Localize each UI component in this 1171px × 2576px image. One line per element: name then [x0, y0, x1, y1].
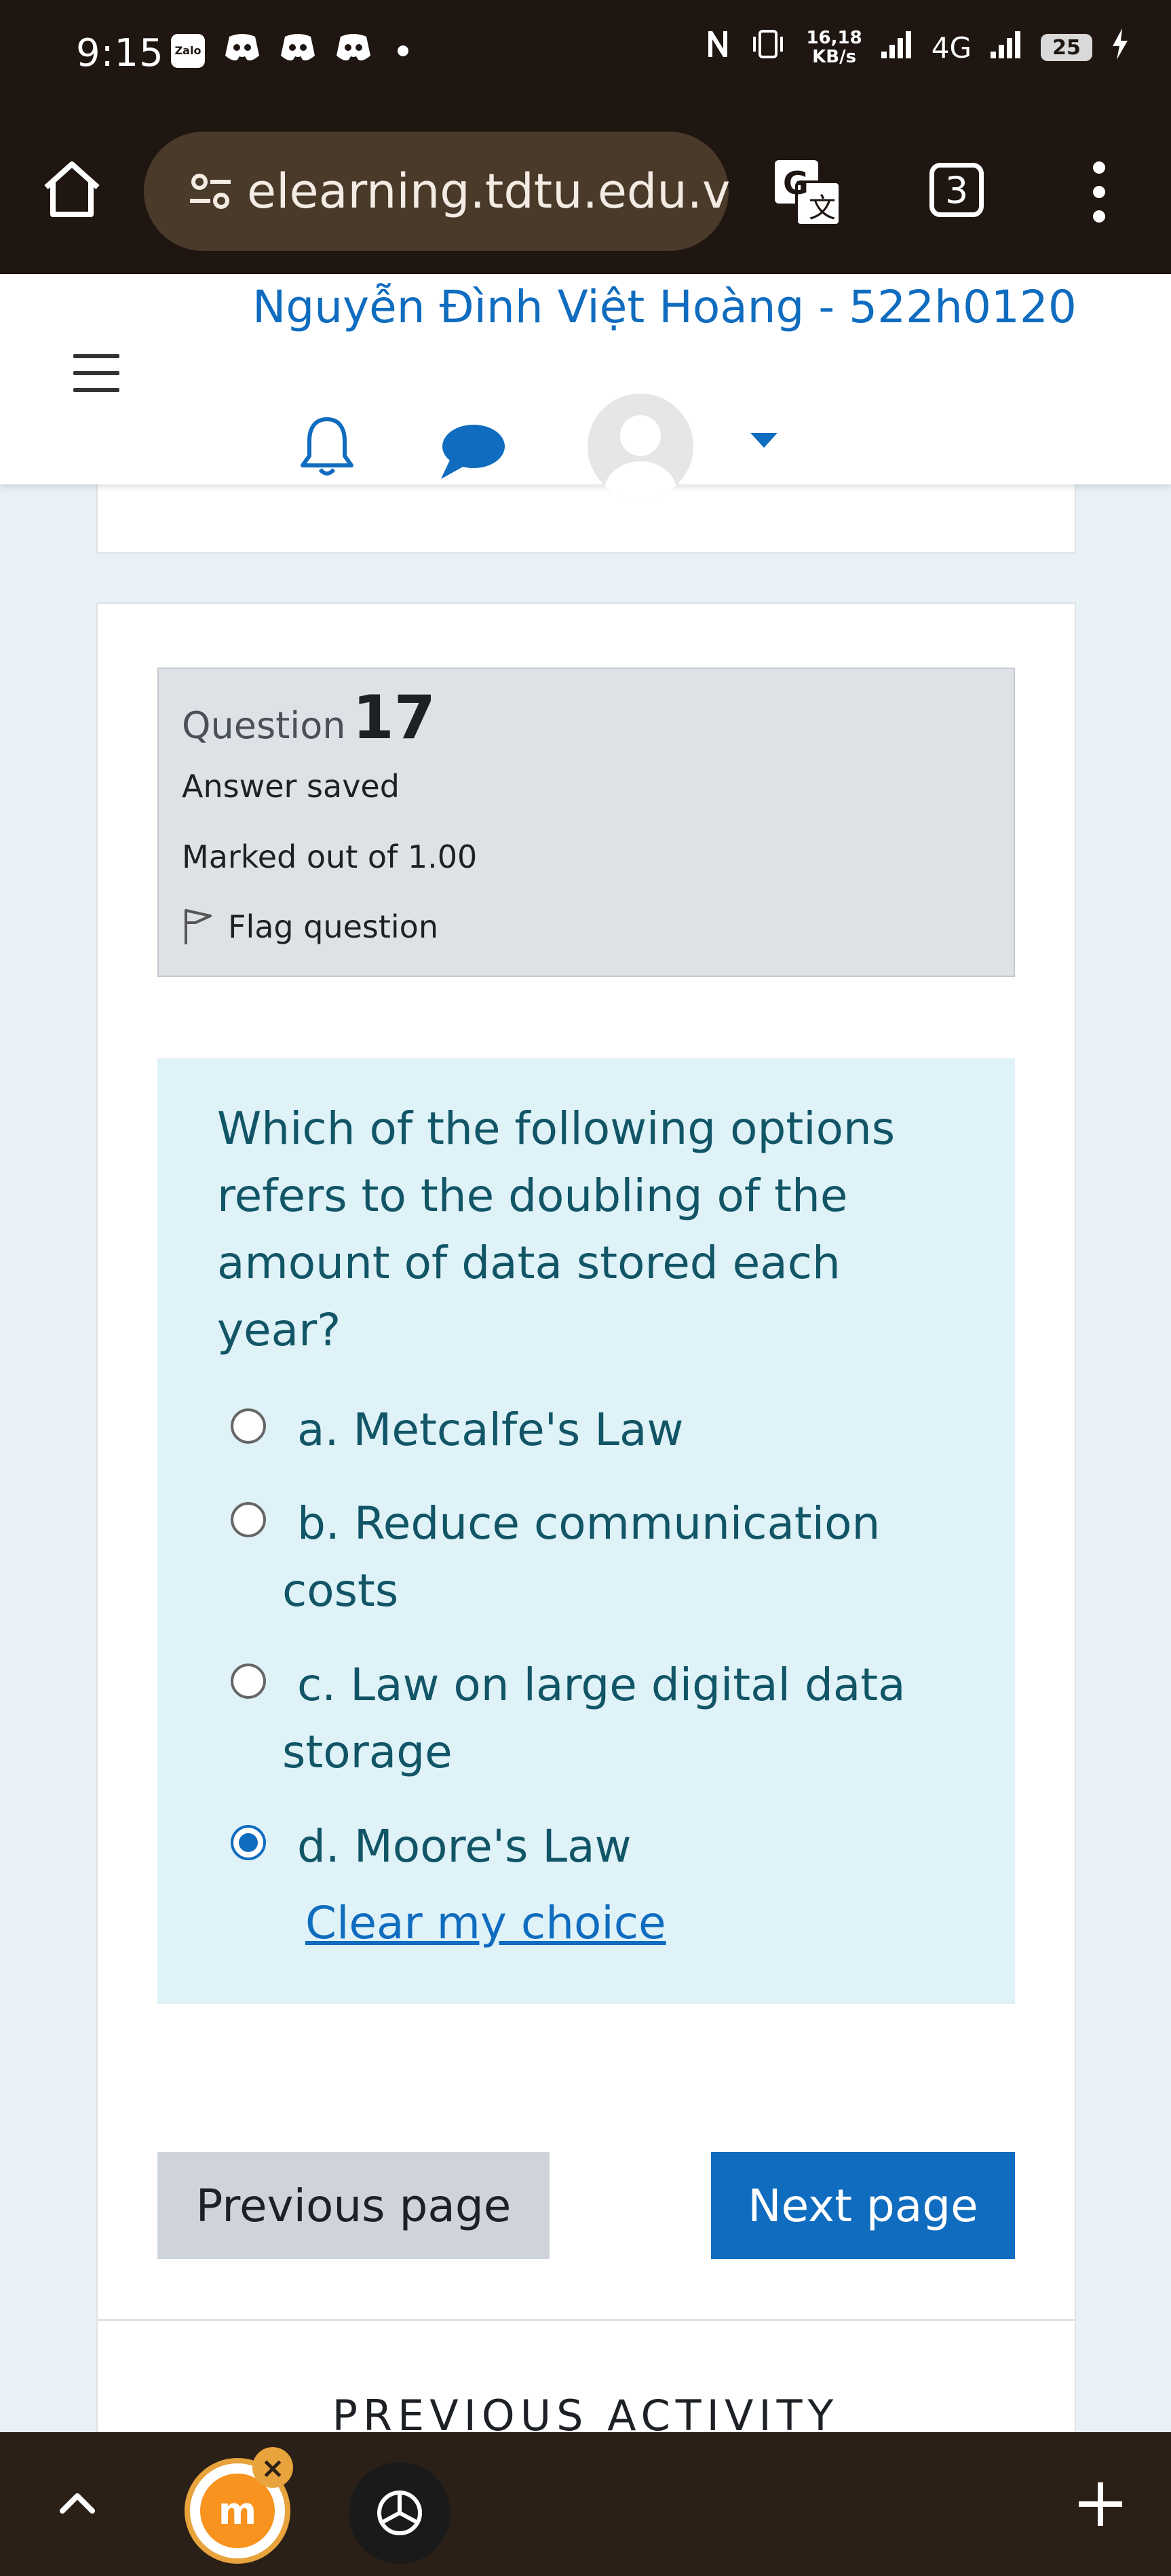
- close-icon[interactable]: ×: [252, 2447, 293, 2488]
- user-name[interactable]: Nguyễn Đình Việt Hoàng - 522h0120: [252, 281, 1077, 333]
- home-icon[interactable]: [38, 156, 106, 224]
- answer-label[interactable]: d. Moore's Law: [282, 1813, 961, 1880]
- site-settings-icon[interactable]: [186, 167, 235, 216]
- divider: [96, 2319, 1076, 2321]
- radio-button[interactable]: [231, 1664, 266, 1699]
- vibrate-icon: [748, 28, 788, 66]
- svg-text:文: 文: [809, 193, 836, 224]
- tab-switcher-button[interactable]: 3: [929, 163, 984, 217]
- chat-icon[interactable]: [438, 421, 506, 482]
- next-page-button[interactable]: Next page: [711, 2152, 1015, 2259]
- browser-toolbar: elearning.tdtu.edu.vn/ G文 3: [0, 109, 1171, 274]
- discord-icon: [280, 33, 316, 69]
- battery-icon: 25: [1041, 34, 1092, 61]
- url-text[interactable]: elearning.tdtu.edu.vn/: [247, 164, 729, 219]
- chatgpt-tab-icon[interactable]: [349, 2462, 450, 2564]
- clock: 9:15: [76, 31, 164, 75]
- radio-button-selected[interactable]: [231, 1825, 266, 1860]
- question-number-heading: Question 17: [182, 683, 436, 752]
- answer-option-d[interactable]: d. Moore's Law: [231, 1813, 961, 1880]
- notification-icons: Zalo: [171, 33, 408, 69]
- network-speed: 16,18 KB/s: [806, 28, 862, 67]
- radio-button[interactable]: [231, 1502, 266, 1537]
- question-grade: Marked out of 1.00: [182, 839, 478, 875]
- signal-icon: [989, 28, 1023, 66]
- flag-icon[interactable]: [182, 908, 214, 946]
- answer-option-a[interactable]: a. Metcalfe's Law: [231, 1396, 961, 1463]
- chevron-down-icon[interactable]: [749, 431, 779, 452]
- discord-icon: [224, 33, 261, 69]
- bell-icon[interactable]: [299, 414, 356, 479]
- question-state: Answer saved: [182, 768, 400, 805]
- plus-icon[interactable]: [1072, 2476, 1129, 2533]
- system-indicators: 16,18 KB/s 4G 25: [706, 27, 1130, 68]
- question-info-panel: Question 17 Answer saved Marked out of 1.…: [157, 668, 1015, 977]
- status-bar: 9:15 Zalo 16,18 KB/s 4G 25: [0, 0, 1171, 109]
- flag-question-link[interactable]: Flag question: [182, 908, 438, 946]
- network-type: 4G: [931, 31, 972, 64]
- question-text: Which of the following options refers to…: [217, 1102, 896, 1356]
- answer-label[interactable]: c. Law on large digital data storage: [282, 1651, 961, 1786]
- previous-page-button[interactable]: Previous page: [157, 2152, 550, 2259]
- chevron-up-icon[interactable]: [50, 2476, 104, 2530]
- answer-label[interactable]: b. Reduce communication costs: [282, 1490, 961, 1624]
- avatar[interactable]: [588, 393, 693, 499]
- address-bar[interactable]: elearning.tdtu.edu.vn/: [144, 132, 729, 251]
- nfc-icon: [706, 28, 730, 66]
- bottom-toolbar: m ×: [0, 2432, 1171, 2576]
- site-header: Nguyễn Đình Việt Hoàng - 522h0120: [0, 274, 1171, 499]
- radio-button[interactable]: [231, 1408, 266, 1444]
- charging-icon: [1110, 27, 1130, 68]
- flag-question-label[interactable]: Flag question: [228, 908, 438, 945]
- clear-choice-link[interactable]: Clear my choice: [305, 1897, 666, 1949]
- answer-option-b[interactable]: b. Reduce communication costs: [231, 1490, 961, 1624]
- answer-label[interactable]: a. Metcalfe's Law: [282, 1396, 961, 1463]
- question-content: Which of the following options refers to…: [157, 1058, 1015, 2004]
- question-number: 17: [352, 683, 436, 752]
- discord-icon: [335, 33, 372, 69]
- signal-icon: [880, 28, 914, 66]
- translate-icon[interactable]: G文: [772, 157, 843, 228]
- answer-option-c[interactable]: c. Law on large digital data storage: [231, 1651, 961, 1786]
- zalo-icon: Zalo: [171, 33, 205, 68]
- browser-menu-icon[interactable]: [1083, 161, 1115, 223]
- hamburger-menu-icon[interactable]: [73, 354, 119, 392]
- svg-text:G: G: [783, 165, 809, 201]
- more-notifications-dot-icon: [398, 45, 408, 56]
